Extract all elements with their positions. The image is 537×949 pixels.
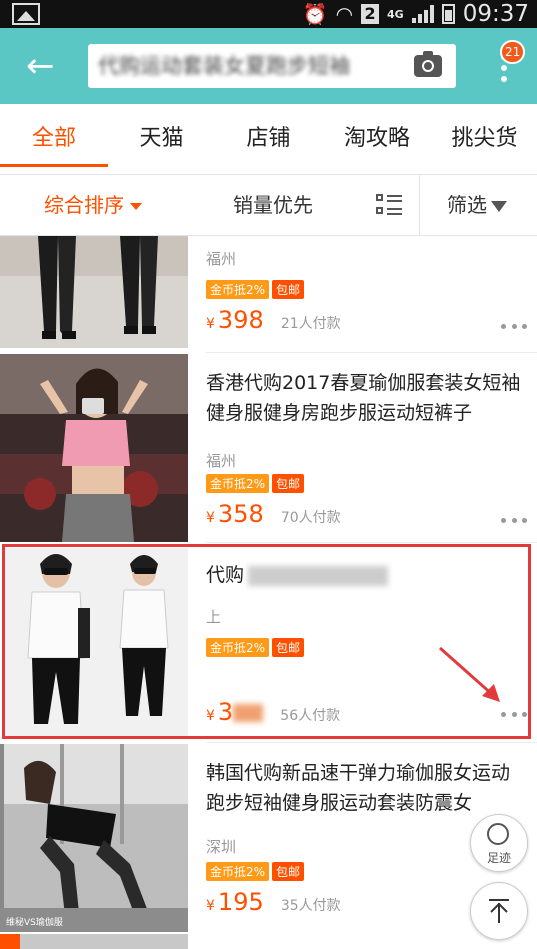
sort-default-label: 综合排序 bbox=[44, 193, 124, 217]
footprint-label: 足迹 bbox=[486, 851, 511, 865]
list-view-icon[interactable] bbox=[376, 194, 402, 216]
filter-label: 筛选 bbox=[447, 193, 487, 217]
tab-guides[interactable]: 淘攻略 bbox=[322, 104, 432, 174]
active-tab-indicator bbox=[0, 164, 108, 167]
arrow-up-icon bbox=[489, 899, 509, 923]
price-value: 195 bbox=[217, 888, 264, 916]
highlight-box bbox=[2, 544, 531, 739]
sort-default-button[interactable]: 综合排序 bbox=[44, 175, 142, 235]
product-tags: 金币抵2% 包邮 bbox=[206, 474, 305, 493]
product-item[interactable]: 香港代购2017春夏瑜伽服套装女短袖健身服健身房跑步服运动短裤子 福州 金币抵2… bbox=[0, 354, 537, 542]
row-divider bbox=[206, 542, 537, 543]
currency-symbol: ¥ bbox=[206, 898, 215, 914]
more-options-icon[interactable] bbox=[501, 322, 527, 330]
search-input[interactable]: 代购运动套装女夏跑步短袖 bbox=[98, 50, 414, 82]
footprint-button[interactable]: 足迹 bbox=[470, 814, 528, 872]
caret-down-icon bbox=[130, 203, 142, 210]
currency-symbol: ¥ bbox=[206, 316, 215, 332]
coin-discount-tag: 金币抵2% bbox=[206, 474, 270, 493]
more-options-icon[interactable] bbox=[501, 516, 527, 524]
thumbnail-caption: 维秘VS瑜伽服 bbox=[6, 918, 63, 928]
product-info: 福州 bbox=[206, 248, 524, 269]
product-tags: 金币抵2% 包邮 bbox=[206, 862, 305, 881]
product-price: ¥195 bbox=[206, 888, 264, 916]
wifi-icon: ◠ bbox=[335, 2, 354, 26]
notification-badge: 21 bbox=[500, 40, 526, 64]
annotation-arrow-icon bbox=[439, 646, 500, 702]
battery-icon bbox=[441, 4, 455, 24]
sort-divider bbox=[419, 175, 420, 235]
currency-symbol: ¥ bbox=[206, 510, 215, 526]
back-to-top-button[interactable] bbox=[470, 882, 528, 940]
product-item[interactable]: 福州 金币抵2% 包邮 ¥398 21人付款 bbox=[0, 236, 537, 348]
tab-shops[interactable]: 店铺 bbox=[215, 104, 322, 174]
coin-discount-tag: 金币抵2% bbox=[206, 862, 270, 881]
product-price-row: ¥398 21人付款 bbox=[206, 306, 341, 334]
clock: 09:37 bbox=[462, 1, 529, 27]
next-product-corner-tag bbox=[0, 934, 20, 949]
product-price: ¥358 bbox=[206, 500, 264, 528]
alarm-icon: ⏰ bbox=[302, 2, 328, 26]
next-product-thumbnail[interactable] bbox=[0, 934, 188, 949]
filter-button[interactable]: 筛选 bbox=[447, 175, 507, 235]
product-price-row: ¥358 70人付款 bbox=[206, 500, 341, 528]
sort-sales-button[interactable]: 销量优先 bbox=[233, 175, 313, 235]
search-header: ← 代购运动套装女夏跑步短袖 21 bbox=[0, 28, 537, 104]
signal-icon bbox=[411, 5, 434, 23]
row-divider bbox=[206, 742, 537, 743]
search-box[interactable]: 代购运动套装女夏跑步短袖 bbox=[88, 44, 456, 88]
back-arrow-icon[interactable]: ← bbox=[26, 46, 66, 86]
product-title[interactable]: 香港代购2017春夏瑜伽服套装女短袖健身服健身房跑步服运动短裤子 bbox=[206, 368, 524, 428]
product-price: ¥398 bbox=[206, 306, 264, 334]
product-info: 香港代购2017春夏瑜伽服套装女短袖健身服健身房跑步服运动短裤子 福州 bbox=[206, 368, 524, 471]
product-location: 福州 bbox=[206, 250, 237, 268]
free-shipping-tag: 包邮 bbox=[272, 474, 305, 493]
funnel-icon bbox=[491, 201, 507, 212]
product-thumbnail[interactable] bbox=[0, 236, 188, 348]
price-value: 358 bbox=[217, 500, 264, 528]
tab-tmall[interactable]: 天猫 bbox=[108, 104, 215, 174]
tab-featured[interactable]: 挑尖货 bbox=[432, 104, 537, 174]
product-title[interactable]: 韩国代购新品速干弹力瑜伽服女运动跑步短袖健身服运动套装防震女 bbox=[206, 758, 524, 818]
product-location: 福州 bbox=[206, 452, 237, 470]
camera-icon[interactable] bbox=[414, 51, 442, 77]
sold-count: 21人付款 bbox=[280, 316, 341, 332]
product-thumbnail[interactable] bbox=[0, 354, 188, 542]
product-tags: 金币抵2% 包邮 bbox=[206, 280, 305, 299]
free-shipping-tag: 包邮 bbox=[272, 862, 305, 881]
product-item[interactable]: 维秘VS瑜伽服 韩国代购新品速干弹力瑜伽服女运动跑步短袖健身服运动套装防震女 深… bbox=[0, 744, 537, 932]
sold-count: 70人付款 bbox=[280, 510, 341, 526]
status-bar: ⏰ ◠ 2 4G 09:37 bbox=[0, 0, 537, 28]
free-shipping-tag: 包邮 bbox=[272, 280, 305, 299]
footprint-icon bbox=[487, 823, 509, 845]
coin-discount-tag: 金币抵2% bbox=[206, 280, 270, 299]
price-value: 398 bbox=[217, 306, 264, 334]
product-thumbnail[interactable]: 维秘VS瑜伽服 bbox=[0, 744, 188, 932]
row-divider bbox=[206, 352, 537, 353]
sim-slot-badge: 2 bbox=[361, 4, 380, 24]
product-price-row: ¥195 35人付款 bbox=[206, 888, 341, 916]
sold-count: 35人付款 bbox=[280, 898, 341, 914]
network-type: 4G bbox=[387, 7, 404, 21]
gallery-icon bbox=[12, 3, 40, 25]
sort-bar: 综合排序 销量优先 筛选 bbox=[0, 175, 537, 236]
